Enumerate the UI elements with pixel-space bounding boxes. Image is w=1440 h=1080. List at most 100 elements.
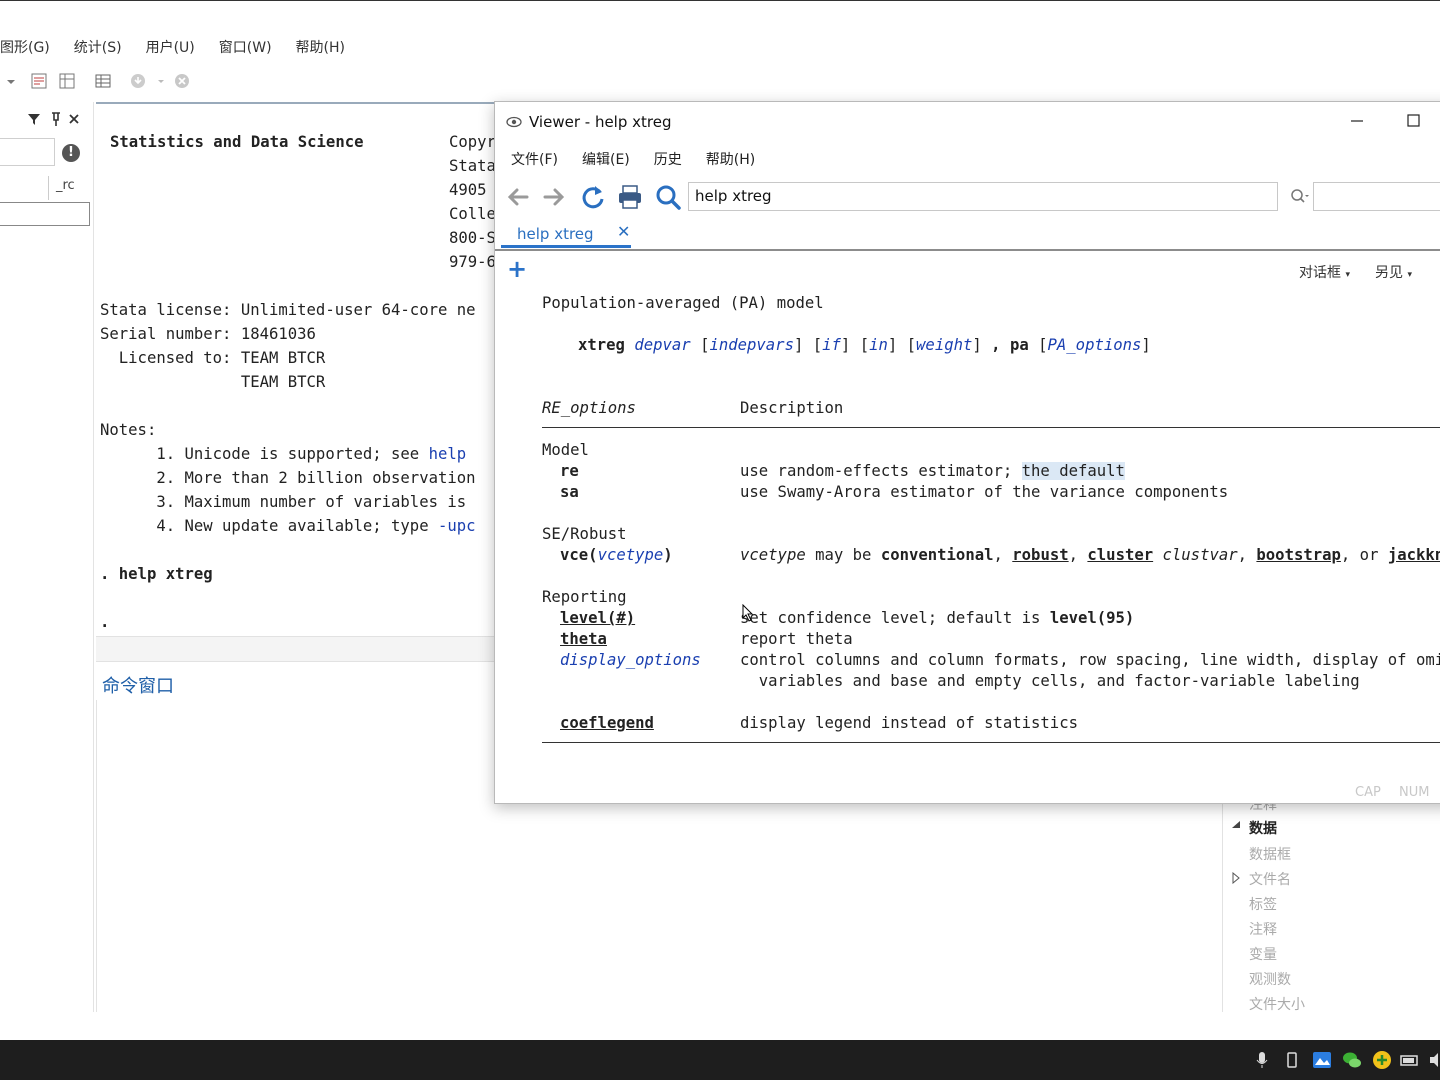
menu-statistics[interactable]: 统计(S) (74, 36, 122, 60)
dropdown-arrow-icon[interactable] (152, 72, 170, 90)
do-file-editor-icon[interactable] (30, 72, 48, 90)
wechat-icon[interactable] (1342, 1050, 1362, 1070)
see-also-label: 另见 (1375, 265, 1403, 281)
filter-icon (28, 114, 40, 125)
option-sa-desc: use Swamy-Arora estimator of the varianc… (740, 483, 1229, 501)
forward-arrow-icon[interactable] (541, 184, 567, 210)
display-options-link[interactable]: display_options (560, 648, 701, 672)
menu-user[interactable]: 用户(U) (146, 36, 195, 60)
vce-or: , or (1340, 546, 1388, 564)
volume-icon[interactable] (1428, 1050, 1440, 1070)
rc-column-header: _rc (56, 178, 75, 193)
viewer-menu-edit[interactable]: 编辑(E) (582, 149, 630, 169)
collapse-arrow-icon[interactable] (1231, 820, 1241, 830)
see-also-button[interactable]: 另见 ▾ (1375, 262, 1412, 282)
minimize-icon[interactable] (1342, 110, 1372, 132)
note-1: 1. Unicode is supported; see help (100, 442, 466, 466)
data-editor-icon[interactable] (58, 72, 76, 90)
option-display-desc-2: variables and base and empty cells, and … (740, 672, 1360, 690)
num-lock-indicator: NUM (1399, 785, 1430, 800)
search-icon[interactable] (655, 184, 681, 210)
chevron-down-icon: ▾ (1407, 270, 1412, 280)
usb-drive-icon[interactable] (1282, 1050, 1302, 1070)
indepvars-link[interactable]: indepvars (709, 336, 794, 354)
dropdown-arrow-icon[interactable] (2, 72, 20, 90)
serial-line: Serial number: 18461036 (100, 325, 316, 343)
viewer-command-input[interactable]: help xtreg (688, 182, 1278, 211)
syntax-line: xtreg depvar [indepvars] [if] [in] [weig… (578, 336, 1151, 354)
dialog-button-label: 对话框 (1299, 265, 1341, 281)
in-link[interactable]: in (869, 336, 888, 354)
update-link[interactable]: -upc (438, 517, 476, 535)
menu-graphics[interactable]: 图形(G) (0, 36, 50, 60)
results-phone-line: 800-S (449, 229, 496, 247)
prop-section-data[interactable]: 数据 (1249, 818, 1277, 838)
variables-pane: ! _rc (0, 102, 94, 1012)
table-top-rule (542, 427, 1440, 428)
viewer-menu-help[interactable]: 帮助(H) (706, 149, 755, 169)
help-link[interactable]: help (429, 445, 467, 463)
properties-pane: 注释 数据 数据框 文件名 标签 注释 变量 观测数 文件大小 (1222, 797, 1440, 1013)
refresh-icon[interactable] (580, 184, 606, 210)
vce-close: ) (663, 546, 673, 564)
viewer-menu-history[interactable]: 历史 (654, 149, 682, 169)
viewer-menu-file[interactable]: 文件(F) (511, 149, 558, 169)
weight-link[interactable]: weight (916, 336, 972, 354)
syntax-cmd: xtreg (578, 336, 625, 354)
data-browser-icon[interactable] (94, 72, 112, 90)
note-3: 3. Maximum number of variables is (100, 493, 467, 511)
license-line: Stata license: Unlimited-user 64-core ne (100, 301, 476, 319)
if-link[interactable]: if (822, 336, 841, 354)
find-icon[interactable] (1290, 188, 1310, 206)
maximize-icon[interactable] (1399, 110, 1429, 132)
vce-bootstrap: bootstrap (1256, 546, 1341, 564)
note-4: 4. New update available; type -upc (100, 514, 476, 538)
add-tab-icon[interactable]: + (507, 255, 527, 283)
chevron-down-icon: ▾ (1345, 270, 1350, 280)
viewer-menubar: 文件(F) 编辑(E) 历史 帮助(H) (511, 149, 779, 169)
menu-window[interactable]: 窗口(W) (219, 36, 272, 60)
syntax-pa: pa (1009, 336, 1029, 354)
option-sa: sa (560, 483, 579, 501)
menu-help[interactable]: 帮助(H) (296, 36, 345, 60)
note-2: 2. More than 2 billion observation (100, 469, 476, 487)
pane-header-icons (28, 112, 79, 126)
print-icon[interactable] (617, 184, 643, 210)
variable-filter-input[interactable] (0, 138, 55, 166)
tab-help-xtreg[interactable]: help xtreg ✕ (501, 219, 631, 248)
options-column-header: RE_options (542, 399, 636, 417)
prop-filesize: 文件大小 (1249, 997, 1305, 1013)
microphone-icon[interactable] (1252, 1050, 1272, 1070)
battery-icon[interactable] (1400, 1050, 1420, 1070)
tab-close-icon[interactable]: ✕ (617, 222, 630, 241)
depvar-link[interactable]: depvar (634, 336, 690, 354)
option-vce-desc: vcetype may be conventional, robust, clu… (740, 543, 1440, 567)
mouse-cursor-icon (742, 604, 754, 622)
close-icon (69, 114, 79, 124)
photos-app-icon[interactable] (1312, 1050, 1332, 1070)
expand-arrow-icon[interactable] (1231, 872, 1241, 884)
notes-title: Notes: (100, 421, 157, 439)
dialog-button[interactable]: 对话框 ▾ (1299, 262, 1350, 282)
results-header-title: Statistics and Data Science (110, 133, 364, 151)
vce-robust: robust (1012, 546, 1069, 564)
re-desc-text: use random-effects estimator; (740, 462, 1022, 480)
find-input[interactable] (1313, 182, 1440, 211)
syntax-comma: , (991, 336, 1001, 354)
viewer-window: Viewer - help xtreg 文件(F) 编辑(E) 历史 帮助(H)… (494, 101, 1440, 804)
prop-notes: 注释 (1249, 922, 1277, 938)
stop-icon[interactable] (173, 72, 191, 90)
level-default: level(95) (1049, 609, 1135, 627)
pane-splitter[interactable] (96, 636, 496, 662)
add-app-icon[interactable] (1372, 1050, 1392, 1070)
command-echo: . help xtreg (100, 565, 213, 583)
prop-frame: 数据框 (1249, 847, 1291, 863)
eye-icon (506, 116, 522, 128)
vcetype-link[interactable]: vcetype (598, 546, 664, 564)
option-coeflegend-desc: display legend instead of statistics (740, 714, 1078, 732)
back-arrow-icon[interactable] (505, 184, 531, 210)
vce-desc-vcetype: vcetype (740, 546, 806, 564)
variable-list-row[interactable] (0, 202, 90, 226)
break-icon-disabled[interactable] (129, 72, 147, 90)
pa-options-link[interactable]: PA_options (1048, 336, 1142, 354)
